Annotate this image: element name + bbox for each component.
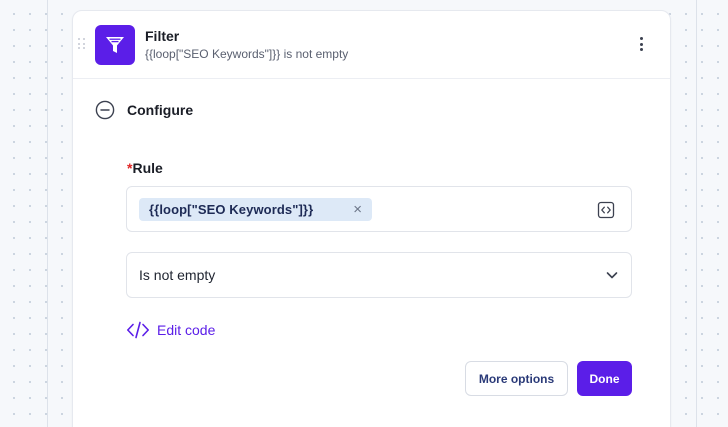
more-options-button[interactable]: More options — [465, 361, 568, 396]
step-title: Filter — [145, 28, 180, 44]
variable-chip[interactable]: {{loop["SEO Keywords"]}} × — [139, 198, 372, 221]
variable-chip-text: {{loop["SEO Keywords"]}} — [149, 202, 314, 217]
section-title: Configure — [127, 102, 194, 118]
chevron-down-icon — [606, 272, 618, 279]
more-menu-icon[interactable] — [633, 35, 649, 53]
canvas-guide-right — [696, 0, 697, 427]
step-config-panel: Filter {{loop["SEO Keywords"]}} is not e… — [72, 10, 671, 427]
rule-label-text: Rule — [132, 160, 163, 176]
step-subtitle: {{loop["SEO Keywords"]}} is not empty — [145, 47, 349, 61]
close-icon[interactable]: × — [353, 202, 362, 217]
header-divider — [73, 78, 670, 79]
condition-select-value: Is not empty — [139, 267, 216, 283]
rule-input[interactable]: {{loop["SEO Keywords"]}} × — [126, 186, 632, 232]
edit-code-label: Edit code — [157, 322, 216, 338]
canvas-guide-left — [47, 0, 48, 427]
code-toggle-icon[interactable] — [597, 201, 615, 219]
rule-label: *Rule — [127, 160, 163, 176]
drag-handle-icon[interactable] — [78, 38, 86, 50]
funnel-icon — [95, 25, 135, 65]
collapse-icon[interactable] — [95, 100, 115, 120]
code-icon — [127, 321, 149, 339]
condition-select[interactable]: Is not empty — [126, 252, 632, 298]
edit-code-link[interactable]: Edit code — [126, 321, 215, 339]
done-button[interactable]: Done — [577, 361, 632, 396]
